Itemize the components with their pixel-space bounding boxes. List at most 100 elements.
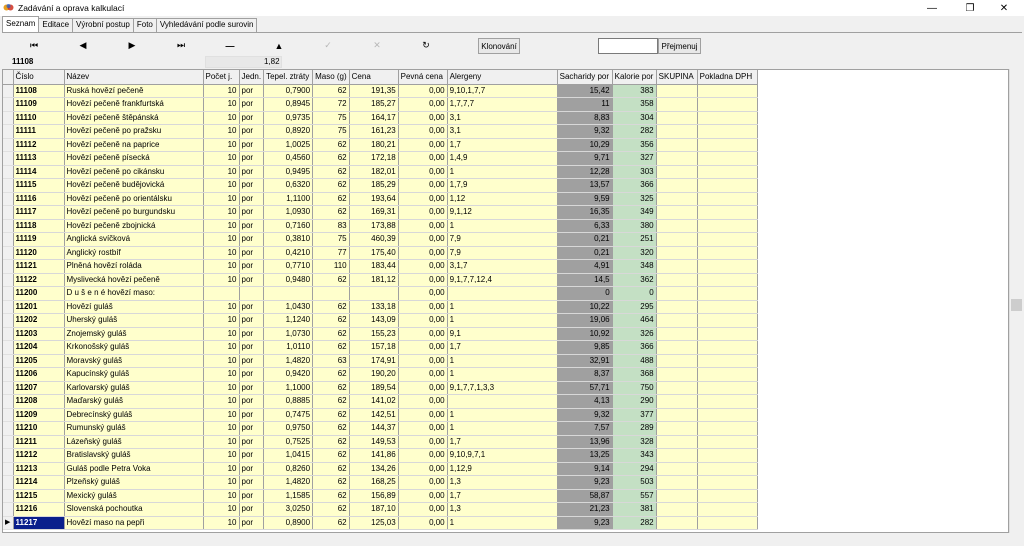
cell-skupina[interactable]: [656, 408, 698, 422]
cell-jedn[interactable]: por: [239, 408, 265, 422]
cell-alergeny[interactable]: 7,9: [447, 232, 558, 247]
first-record-icon[interactable]: ⏮: [10, 37, 58, 54]
cell-alergeny[interactable]: 1,7,9: [447, 178, 558, 193]
cell-alergeny[interactable]: 3,1: [447, 111, 558, 125]
cell-alergeny[interactable]: 9,10,9,7,1: [447, 448, 558, 463]
table-row[interactable]: 11118 Hovězí pečeně zbojnická 10 por 0,7160 8…: [3, 219, 758, 233]
cell-sacharidy[interactable]: 9,23: [557, 516, 613, 530]
cell-pokladna-dph[interactable]: [697, 192, 758, 206]
cell-pokladna-dph[interactable]: [697, 313, 758, 328]
cell-kalorie[interactable]: 289: [612, 421, 657, 436]
cell-pevna-cena[interactable]: 0,00: [398, 97, 448, 112]
cell-tepel-ztraty[interactable]: 0,9735: [263, 111, 314, 125]
cell-pevna-cena[interactable]: 0,00: [398, 286, 448, 301]
cell-pocet[interactable]: 10: [203, 408, 240, 422]
cell-pocet[interactable]: 10: [203, 246, 240, 260]
cell-nazev[interactable]: Hovězí pečeně štěpánská: [64, 111, 204, 125]
cell-pokladna-dph[interactable]: [697, 502, 758, 517]
cell-cislo[interactable]: 11110: [13, 111, 65, 125]
cell-cena[interactable]: 168,25: [349, 475, 399, 490]
cell-nazev[interactable]: Anglická svíčková: [64, 232, 204, 247]
cell-pocet[interactable]: 10: [203, 165, 240, 179]
cell-jedn[interactable]: por: [239, 354, 265, 368]
cell-sacharidy[interactable]: 13,57: [557, 178, 613, 193]
cell-nazev[interactable]: Maďarský guláš: [64, 394, 204, 409]
cell-sacharidy[interactable]: 11: [557, 97, 613, 112]
table-row[interactable]: 11207 Karlovarský guláš 10 por 1,1000 62 189,5…: [3, 381, 758, 395]
cell-cislo[interactable]: 11113: [13, 151, 65, 166]
cell-kalorie[interactable]: 362: [612, 273, 657, 287]
cell-kalorie[interactable]: 750: [612, 381, 657, 395]
cell-nazev[interactable]: Hovězí pečeně po burgundsku: [64, 205, 204, 220]
cell-cena[interactable]: 190,20: [349, 367, 399, 382]
cell-nazev[interactable]: Hovězí pečeně po cikánsku: [64, 165, 204, 179]
cell-maso[interactable]: 62: [312, 178, 350, 193]
cell-cislo[interactable]: 11212: [13, 448, 65, 463]
cell-skupina[interactable]: [656, 178, 698, 193]
cell-cislo[interactable]: 11109: [13, 97, 65, 112]
row-indicator[interactable]: [3, 219, 14, 233]
cell-kalorie[interactable]: 282: [612, 516, 657, 530]
cell-pocet[interactable]: 10: [203, 205, 240, 220]
cell-maso[interactable]: 75: [312, 111, 350, 125]
cell-nazev[interactable]: Karlovarský guláš: [64, 381, 204, 395]
row-indicator[interactable]: [3, 192, 14, 206]
cell-pevna-cena[interactable]: 0,00: [398, 516, 448, 530]
cell-maso[interactable]: 72: [312, 97, 350, 112]
tab-editace[interactable]: Editace: [38, 18, 74, 32]
cell-skupina[interactable]: [656, 84, 698, 98]
cell-sacharidy[interactable]: 10,29: [557, 138, 613, 152]
cell-tepel-ztraty[interactable]: 0,7525: [263, 435, 314, 449]
cell-sacharidy[interactable]: 13,25: [557, 448, 613, 463]
cell-tepel-ztraty[interactable]: 0,8920: [263, 124, 314, 139]
cell-sacharidy[interactable]: 9,32: [557, 124, 613, 139]
cell-tepel-ztraty[interactable]: 0,8945: [263, 97, 314, 112]
cell-alergeny[interactable]: 1: [447, 421, 558, 436]
cell-pevna-cena[interactable]: 0,00: [398, 340, 448, 355]
cell-maso[interactable]: 110: [312, 259, 350, 274]
row-indicator[interactable]: [3, 259, 14, 274]
cell-tepel-ztraty[interactable]: 1,1585: [263, 489, 314, 503]
cell-nazev[interactable]: Plzeňský guláš: [64, 475, 204, 490]
row-indicator[interactable]: ▶: [3, 516, 14, 530]
cell-pocet[interactable]: 10: [203, 151, 240, 166]
cell-cena[interactable]: 144,37: [349, 421, 399, 436]
cell-cena[interactable]: 141,02: [349, 394, 399, 409]
cell-nazev[interactable]: Hovězí pečeně na paprice: [64, 138, 204, 152]
cell-pocet[interactable]: 10: [203, 421, 240, 436]
cell-pevna-cena[interactable]: 0,00: [398, 84, 448, 98]
cell-cislo[interactable]: 11216: [13, 502, 65, 517]
cell-tepel-ztraty[interactable]: 0,7900: [263, 84, 314, 98]
cell-cislo[interactable]: 11211: [13, 435, 65, 449]
cell-nazev[interactable]: Uherský guláš: [64, 313, 204, 328]
cell-cislo[interactable]: 11115: [13, 178, 65, 193]
cell-kalorie[interactable]: 366: [612, 340, 657, 355]
cell-skupina[interactable]: [656, 435, 698, 449]
cell-nazev[interactable]: Bratislavský guláš: [64, 448, 204, 463]
cell-kalorie[interactable]: 381: [612, 502, 657, 517]
refresh-icon[interactable]: ↻: [402, 37, 450, 54]
cell-maso[interactable]: 62: [312, 421, 350, 436]
cell-pokladna-dph[interactable]: [697, 408, 758, 422]
cell-tepel-ztraty[interactable]: 1,1240: [263, 313, 314, 328]
cell-pocet[interactable]: 10: [203, 232, 240, 247]
cell-kalorie[interactable]: 356: [612, 138, 657, 152]
row-indicator[interactable]: [3, 124, 14, 139]
row-indicator[interactable]: [3, 462, 14, 476]
cell-alergeny[interactable]: 1,7: [447, 489, 558, 503]
cell-maso[interactable]: 62: [312, 475, 350, 490]
table-row[interactable]: 11205 Moravský guláš 10 por 1,4820 63 174,91 0,…: [3, 354, 758, 368]
cell-pevna-cena[interactable]: 0,00: [398, 178, 448, 193]
row-indicator[interactable]: [3, 502, 14, 517]
cell-pokladna-dph[interactable]: [697, 394, 758, 409]
cell-kalorie[interactable]: 348: [612, 259, 657, 274]
col-header-tepel-ztraty[interactable]: Tepel. ztráty: [263, 70, 314, 85]
cell-sacharidy[interactable]: 32,91: [557, 354, 613, 368]
cell-cena[interactable]: 193,64: [349, 192, 399, 206]
table-row[interactable]: 11116 Hovězí pečeně po orientálsku 10 por 1,…: [3, 192, 758, 206]
cell-kalorie[interactable]: 295: [612, 300, 657, 314]
cell-pokladna-dph[interactable]: [697, 435, 758, 449]
cell-nazev[interactable]: Debrecínský guláš: [64, 408, 204, 422]
cell-pocet[interactable]: 10: [203, 354, 240, 368]
cell-cena[interactable]: 174,91: [349, 354, 399, 368]
